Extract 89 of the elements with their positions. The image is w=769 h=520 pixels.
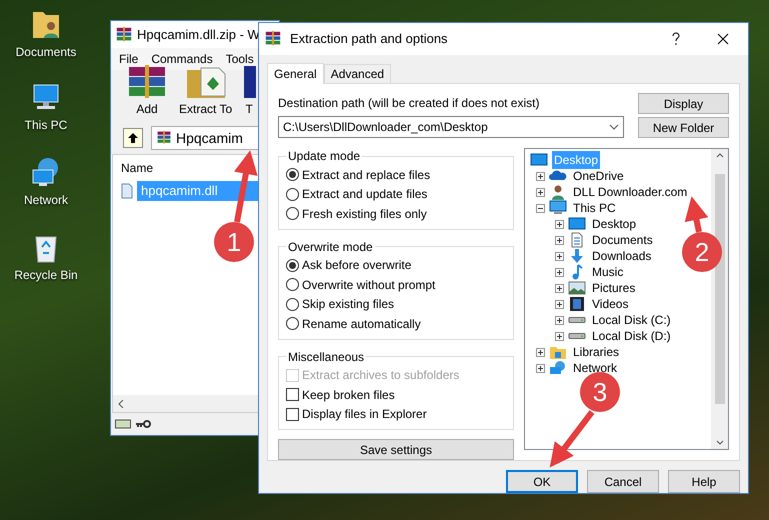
option-label: Skip existing files — [302, 296, 394, 314]
desktop-icon-label[interactable]: Recycle Bin — [14, 266, 78, 284]
dialog-button[interactable]: New Folder — [638, 117, 729, 138]
column-header[interactable]: Name — [121, 159, 154, 177]
option-label: Extract and replace files — [302, 166, 430, 184]
desktop-icon-label[interactable]: This PC — [24, 116, 68, 134]
archive-books-icon — [264, 30, 282, 48]
library-folder-icon — [549, 344, 567, 360]
tree-item[interactable]: Documents — [590, 231, 655, 249]
tree-item[interactable]: Music — [590, 263, 626, 281]
option-label: Fresh existing files only — [302, 206, 427, 223]
expand-toggle[interactable] — [555, 332, 564, 340]
radio-button[interactable] — [286, 207, 299, 220]
landscape-picture-icon — [568, 280, 586, 296]
archive-books-icon — [156, 130, 172, 146]
radio-button[interactable] — [286, 168, 299, 182]
tree-item[interactable]: OneDrive — [571, 167, 626, 185]
tab[interactable]: Advanced — [324, 64, 392, 83]
user-icon — [549, 184, 567, 200]
archive-books-icon — [115, 26, 133, 44]
save-settings-button[interactable]: Save settings — [278, 439, 514, 460]
option-label: Extract archives to subfolders — [302, 367, 460, 384]
expand-toggle[interactable] — [555, 316, 564, 324]
drive-icon — [115, 419, 131, 429]
option-label: Overwrite without prompt — [302, 276, 436, 294]
dialog-button[interactable]: Help — [668, 470, 740, 493]
scrollbar-thumb[interactable] — [714, 174, 724, 404]
expand-toggle[interactable] — [555, 268, 564, 276]
expand-toggle[interactable] — [536, 172, 545, 180]
computer-icon — [549, 200, 567, 216]
tree-item[interactable]: Local Disk (C:) — [590, 311, 673, 329]
radio-button[interactable] — [286, 298, 299, 311]
network-globe-icon — [549, 360, 567, 376]
key-icon — [135, 419, 151, 429]
option-label: Rename automatically — [302, 316, 421, 333]
monitor-icon — [530, 152, 548, 168]
expand-toggle[interactable] — [555, 284, 564, 292]
group-title: Update mode — [287, 148, 362, 165]
group-title: Miscellaneous — [287, 348, 366, 366]
film-strip-icon — [568, 296, 586, 312]
vertical-scrollbar[interactable] — [711, 149, 728, 449]
radio-button[interactable] — [286, 188, 299, 201]
up-folder-button[interactable] — [123, 128, 143, 148]
hard-drive-icon — [568, 316, 586, 324]
tree-item[interactable]: Desktop — [590, 215, 638, 233]
expand-toggle[interactable] — [555, 220, 564, 228]
up-arrow-icon — [127, 132, 139, 144]
tree-item[interactable]: Local Disk (D:) — [590, 327, 673, 345]
option-label: Keep broken files — [302, 386, 395, 404]
tree-item[interactable]: Pictures — [590, 279, 638, 297]
dialog-title: Extraction path and options — [290, 30, 449, 48]
help-icon[interactable] — [671, 32, 681, 46]
option-label: Extract and update files — [302, 186, 428, 204]
expand-toggle[interactable] — [555, 252, 564, 260]
file-icon — [121, 183, 133, 199]
book-icon — [242, 64, 256, 100]
expand-toggle[interactable] — [536, 188, 545, 196]
down-chevron-icon — [716, 440, 724, 445]
dialog-button[interactable]: OK — [506, 470, 578, 493]
dialog-button[interactable]: Display — [638, 93, 729, 114]
dropdown-chevron-icon — [609, 124, 619, 130]
field-label: Destination path (will be created if does not exist) — [278, 95, 540, 112]
checkbox[interactable] — [286, 388, 299, 402]
tree-item[interactable]: Videos — [590, 295, 630, 313]
option-label: Display files in Explorer — [302, 406, 427, 424]
dialog-button[interactable]: Cancel — [587, 470, 659, 493]
tree-item[interactable]: Libraries — [571, 343, 622, 361]
radio-button[interactable] — [286, 317, 299, 330]
radio-button[interactable] — [286, 258, 299, 272]
tab[interactable]: General — [267, 63, 324, 84]
monitor-icon — [568, 216, 586, 232]
collapse-toggle[interactable] — [536, 204, 545, 212]
expand-toggle[interactable] — [536, 348, 545, 356]
option-label: Ask before overwrite — [302, 257, 412, 274]
expand-toggle[interactable] — [555, 300, 564, 308]
expand-toggle[interactable] — [555, 236, 564, 244]
down-arrow-icon — [568, 248, 586, 264]
radio-button[interactable] — [286, 278, 299, 292]
desktop-icon-label[interactable]: Documents — [16, 43, 76, 61]
hard-drive-icon — [568, 332, 586, 340]
close-icon[interactable] — [717, 33, 729, 45]
tree-item[interactable]: Downloads — [590, 247, 654, 265]
group-title: Overwrite mode — [287, 238, 374, 256]
expand-toggle[interactable] — [536, 364, 545, 372]
up-chevron-icon — [716, 153, 724, 158]
checkbox[interactable] — [286, 408, 299, 421]
destination-path-field[interactable]: C:\Users\DllDownloader_com\Desktop — [278, 116, 624, 138]
desktop-icon-label[interactable]: Network — [24, 191, 68, 209]
tree-item[interactable]: This PC — [571, 199, 618, 217]
